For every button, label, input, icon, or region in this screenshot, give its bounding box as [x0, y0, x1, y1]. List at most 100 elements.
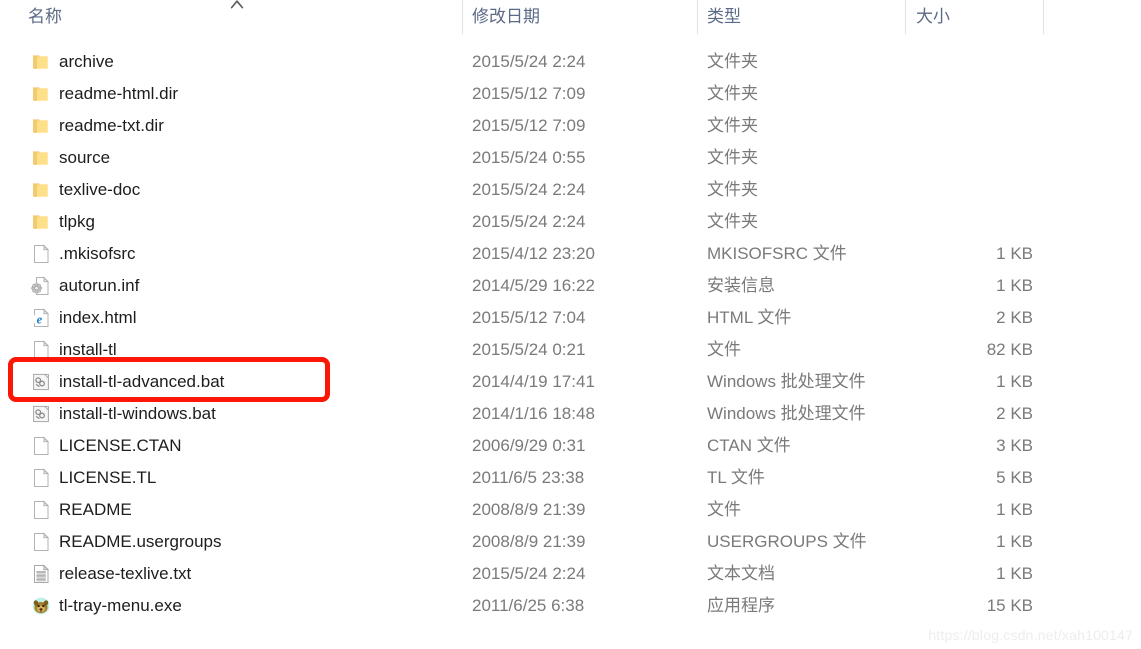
- file-size: [905, 142, 1033, 174]
- file-size: [905, 78, 1033, 110]
- file-name[interactable]: readme-html.dir: [59, 78, 178, 110]
- file-type: 安装信息: [707, 276, 775, 295]
- column-separator-type-size[interactable]: [905, 0, 906, 34]
- file-row[interactable]: archive 2015/5/24 2:24 文件夹: [0, 46, 1141, 78]
- file-type: 文件夹: [707, 212, 758, 231]
- file-name[interactable]: install-tl-advanced.bat: [59, 366, 224, 398]
- file-type: TL 文件: [707, 468, 765, 487]
- file-type: 文件夹: [707, 52, 758, 71]
- file-type: CTAN 文件: [707, 436, 791, 455]
- sort-ascending-caret-icon: [230, 0, 244, 9]
- file-size: 1 KB: [996, 276, 1033, 295]
- file-name[interactable]: tl-tray-menu.exe: [59, 590, 182, 622]
- file-row[interactable]: autorun.inf 2014/5/29 16:22 安装信息 1 KB: [0, 270, 1141, 302]
- file-date-modified: 2011/6/5 23:38: [472, 468, 585, 487]
- file-size: 2 KB: [996, 404, 1033, 423]
- file-list[interactable]: archive 2015/5/24 2:24 文件夹 readme-html.dir 2…: [0, 46, 1141, 622]
- file-size: 1 KB: [996, 532, 1033, 551]
- file-name[interactable]: .mkisofsrc: [59, 238, 136, 270]
- blank-file-icon: [30, 334, 52, 366]
- file-row[interactable]: tl-tray-menu.exe 2011/6/25 6:38 应用程序 15 KB: [0, 590, 1141, 622]
- file-type: 文本文档: [707, 564, 775, 583]
- file-size: 1 KB: [996, 372, 1033, 391]
- file-size: 2 KB: [996, 308, 1033, 327]
- column-header-date-modified[interactable]: 修改日期: [472, 0, 540, 34]
- file-name[interactable]: archive: [59, 46, 114, 78]
- file-date-modified: 2015/5/24 0:55: [472, 148, 586, 167]
- file-size: 82 KB: [986, 340, 1033, 359]
- file-row[interactable]: LICENSE.TL 2011/6/5 23:38 TL 文件 5 KB: [0, 462, 1141, 494]
- file-name[interactable]: LICENSE.TL: [59, 462, 156, 494]
- file-row[interactable]: install-tl 2015/5/24 0:21 文件 82 KB: [0, 334, 1141, 366]
- file-row[interactable]: .mkisofsrc 2015/4/12 23:20 MKISOFSRC 文件 1 K…: [0, 238, 1141, 270]
- file-date-modified: 2015/4/12 23:20: [472, 244, 595, 263]
- file-row[interactable]: install-tl-windows.bat 2014/1/16 18:48 Win…: [0, 398, 1141, 430]
- column-separator-size-end[interactable]: [1043, 0, 1044, 34]
- file-name[interactable]: README.usergroups: [59, 526, 222, 558]
- file-name[interactable]: release-texlive.txt: [59, 558, 191, 590]
- column-separator-name-date[interactable]: [462, 0, 463, 34]
- file-row[interactable]: readme-txt.dir 2015/5/12 7:09 文件夹: [0, 110, 1141, 142]
- blank-file-icon: [30, 238, 52, 270]
- file-size: [905, 206, 1033, 238]
- file-name[interactable]: tlpkg: [59, 206, 95, 238]
- file-row[interactable]: readme-html.dir 2015/5/12 7:09 文件夹: [0, 78, 1141, 110]
- blank-file-icon: [30, 526, 52, 558]
- batch-file-icon: [30, 398, 52, 430]
- file-type: USERGROUPS 文件: [707, 532, 867, 551]
- file-type: 文件夹: [707, 84, 758, 103]
- file-size: [905, 46, 1033, 78]
- file-date-modified: 2015/5/12 7:09: [472, 116, 586, 135]
- file-date-modified: 2015/5/24 2:24: [472, 180, 586, 199]
- file-date-modified: 2006/9/29 0:31: [472, 436, 586, 455]
- file-row[interactable]: LICENSE.CTAN 2006/9/29 0:31 CTAN 文件 3 KB: [0, 430, 1141, 462]
- column-header-bar: 名称 修改日期 类型 大小: [0, 0, 1141, 34]
- file-type: MKISOFSRC 文件: [707, 244, 847, 263]
- file-type: 文件夹: [707, 116, 758, 135]
- text-document-icon: [30, 558, 52, 590]
- ie-html-icon: e: [30, 302, 52, 334]
- folder-icon: [30, 206, 52, 238]
- file-size: 1 KB: [996, 244, 1033, 263]
- file-name[interactable]: source: [59, 142, 110, 174]
- watermark-text: https://blog.csdn.net/xah100147: [928, 627, 1133, 643]
- file-type: 文件夹: [707, 180, 758, 199]
- file-name[interactable]: index.html: [59, 302, 136, 334]
- file-size: 1 KB: [996, 500, 1033, 519]
- file-name[interactable]: LICENSE.CTAN: [59, 430, 182, 462]
- folder-icon: [30, 142, 52, 174]
- blank-file-icon: [30, 430, 52, 462]
- file-row[interactable]: texlive-doc 2015/5/24 2:24 文件夹: [0, 174, 1141, 206]
- file-size: [905, 174, 1033, 206]
- folder-icon: [30, 78, 52, 110]
- file-type: 文件夹: [707, 148, 758, 167]
- column-header-name[interactable]: 名称: [28, 0, 62, 34]
- file-row[interactable]: README.usergroups 2008/8/9 21:39 USERGROUP…: [0, 526, 1141, 558]
- batch-file-icon: [30, 366, 52, 398]
- file-name[interactable]: texlive-doc: [59, 174, 140, 206]
- file-date-modified: 2015/5/24 2:24: [472, 52, 586, 71]
- blank-file-icon: [30, 462, 52, 494]
- file-row[interactable]: source 2015/5/24 0:55 文件夹: [0, 142, 1141, 174]
- file-date-modified: 2015/5/24 0:21: [472, 340, 586, 359]
- file-name[interactable]: autorun.inf: [59, 270, 139, 302]
- file-name[interactable]: install-tl-windows.bat: [59, 398, 216, 430]
- column-separator-date-type[interactable]: [697, 0, 698, 34]
- file-type: 应用程序: [707, 596, 775, 615]
- file-size: 15 KB: [986, 596, 1033, 615]
- file-date-modified: 2015/5/12 7:09: [472, 84, 586, 103]
- file-row[interactable]: README 2008/8/9 21:39 文件 1 KB: [0, 494, 1141, 526]
- file-type: Windows 批处理文件: [707, 372, 866, 391]
- file-row[interactable]: install-tl-advanced.bat 2014/4/19 17:41 Wi…: [0, 366, 1141, 398]
- column-header-size[interactable]: 大小: [916, 0, 950, 34]
- file-name[interactable]: install-tl: [59, 334, 117, 366]
- file-date-modified: 2014/4/19 17:41: [472, 372, 595, 391]
- file-row[interactable]: release-texlive.txt 2015/5/24 2:24 文本文档 1 K…: [0, 558, 1141, 590]
- file-row[interactable]: e index.html 2015/5/12 7:04 HTML 文件 2 KB: [0, 302, 1141, 334]
- file-name[interactable]: readme-txt.dir: [59, 110, 164, 142]
- file-type: Windows 批处理文件: [707, 404, 866, 423]
- file-name[interactable]: README: [59, 494, 132, 526]
- blank-file-icon: [30, 494, 52, 526]
- file-row[interactable]: tlpkg 2015/5/24 2:24 文件夹: [0, 206, 1141, 238]
- column-header-type[interactable]: 类型: [707, 0, 741, 34]
